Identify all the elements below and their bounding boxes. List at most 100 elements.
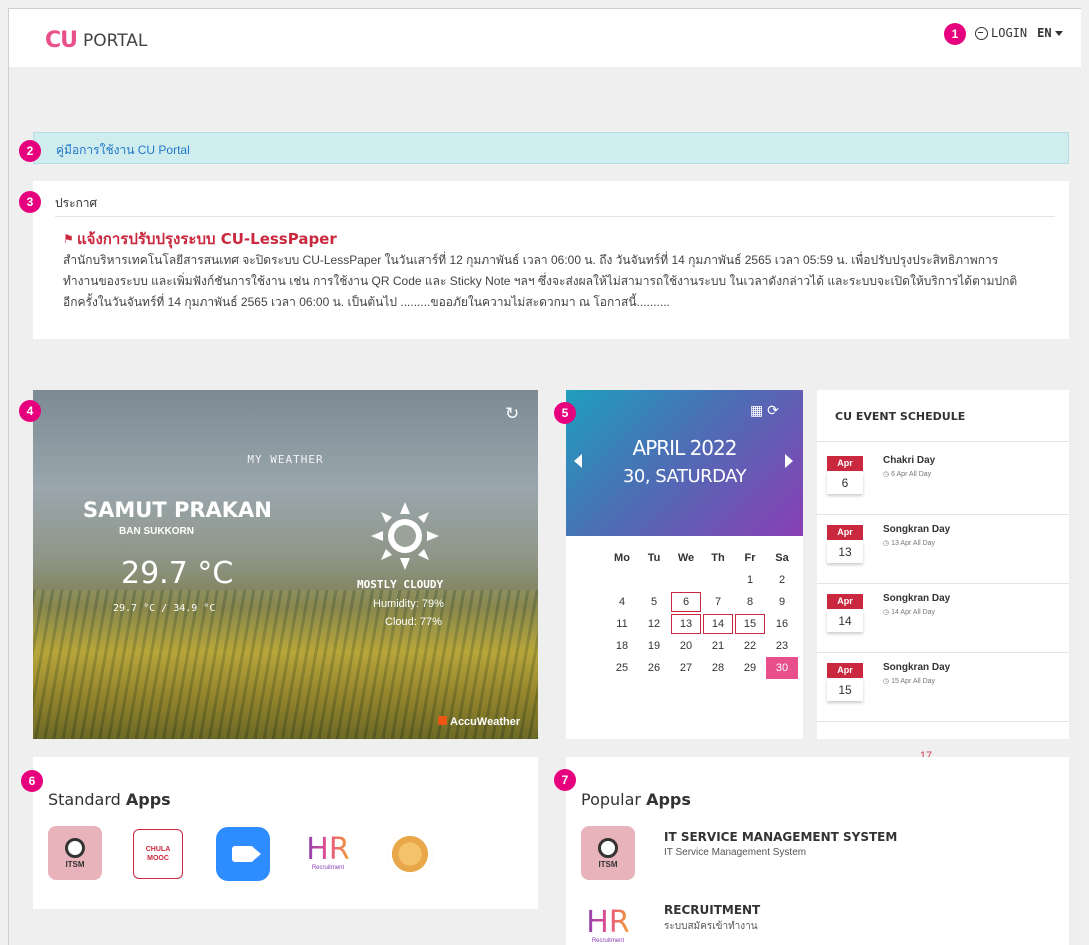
news-line: ทำงานของระบบ และเพิ่มฟังก์ชันการใช้งาน เ… [63,274,1018,288]
popular-app-name[interactable]: IT SERVICE MANAGEMENT SYSTEM [664,830,897,844]
portal-page: CU PORTAL LOGIN EN 1 2 คู่มือการใช้งาน C… [8,8,1081,945]
calendar-day[interactable]: 18 [606,635,638,657]
calendar-day[interactable]: 11 [606,613,638,635]
calendar-widget: ▦ ⟳ APRIL 2022 30, SATURDAY SuMoTuWeThFr… [566,390,933,784]
calendar-day[interactable]: 27 [670,657,702,679]
event-name: Songkran Day [883,524,951,535]
seal-icon [387,831,433,877]
calendar-weekday: Sa [775,552,789,564]
calendar-day[interactable]: 13 [670,613,702,635]
manual-link[interactable]: คู่มือการใช้งาน CU Portal [56,141,190,160]
calendar-day[interactable]: 14 [702,613,734,635]
calendar-day[interactable]: 20 [670,635,702,657]
calendar-grid: SuMoTuWeThFrSa12345678910111213141516171… [574,547,933,784]
calendar-day[interactable]: 6 [670,591,702,613]
portal-logo-text: PORTAL [83,30,148,51]
seal-app-icon[interactable] [383,827,437,881]
itsm-icon-label: ITSM [65,859,85,869]
calendar-day[interactable]: 4 [606,591,638,613]
standard-apps-title-light: Standard [48,790,121,809]
cu-logo-mark: CU [45,28,78,53]
popular-app-name[interactable]: RECRUITMENT [664,903,760,917]
popular-apps-title-light: Popular [581,790,641,809]
hr-icon-subtitle: Recruitment [591,938,625,944]
accuweather-icon [438,716,447,725]
calendar-day[interactable]: 29 [734,657,766,679]
magnifier-icon [598,837,618,858]
callout-badge-3: 3 [19,191,41,213]
calendar-day[interactable]: 28 [702,657,734,679]
calendar-day[interactable]: 15 [734,613,766,635]
calendar-weekday: Fr [744,552,756,564]
weather-district: BAN SUKKORN [119,526,194,537]
itsm-app-icon[interactable]: ITSM [48,826,102,880]
event-time-label: 15 Apr All Day [891,678,936,685]
refresh-icon[interactable]: ↻ [505,404,519,424]
calendar-day[interactable]: 23 [766,635,798,657]
itsm-app-icon[interactable]: ITSM [581,826,635,880]
event-item[interactable]: Apr 6 Chakri Day ◷ 6 Apr All Day [817,446,1069,514]
manual-banner: คู่มือการใช้งาน CU Portal [33,132,1069,164]
calendar-day[interactable]: 21 [702,635,734,657]
event-item[interactable]: Apr 15 Songkran Day ◷ 15 Apr All Day [817,653,1069,721]
calendar-week-row: 17 18 19 20 21 22 23 [574,635,932,762]
calendar-empty-day [638,569,670,591]
event-day: 13 [827,541,863,563]
calendar-day[interactable]: 5 [638,591,670,613]
callout-badge-7: 7 [554,769,576,791]
event-time: ◷ 15 Apr All Day [883,677,935,685]
calendar-day[interactable]: 16 [766,613,798,635]
calendar-day[interactable]: 2 [766,569,798,591]
schedule-divider [817,441,1069,442]
calendar-day[interactable]: 1 [734,569,766,591]
popular-apps-panel: Popular Apps ITSM IT SERVICE MANAGEMENT … [566,757,1069,945]
sync-icon[interactable]: ⟳ [767,402,779,418]
event-time: ◷ 6 Apr All Day [883,470,931,478]
weather-city: SAMUT PRAKAN [83,498,272,522]
calendar-icon[interactable]: ▦ [750,402,763,418]
calendar-day[interactable]: 8 [734,591,766,613]
standard-apps-title: Standard Apps [48,790,171,809]
chevron-down-icon [1054,31,1063,36]
event-month: Apr [827,594,863,609]
calendar-week-row: 24252627282930 [574,657,932,784]
calendar-day[interactable]: 22 [734,635,766,657]
language-dropdown[interactable]: EN [1037,26,1063,40]
calendar-weekday-row: SuMoTuWeThFrSa [574,547,933,674]
accuweather-logo[interactable]: AccuWeather [438,716,520,728]
calendar-weekday: Tu [647,552,661,564]
weather-cloud: Cloud: 77% [385,616,442,628]
top-navbar: CU PORTAL LOGIN EN [9,9,1081,67]
calendar-day[interactable]: 25 [606,657,638,679]
weather-condition: MOSTLY CLOUDY [357,578,444,591]
hr-recruitment-app-icon[interactable]: HR Recruitment [301,826,355,880]
calendar-day[interactable]: 9 [766,591,798,613]
popular-app-description: IT Service Management System [664,847,807,858]
news-line: สำนักบริหารเทคโนโลยีสารสนเทศ จะปิดระบบ C… [63,253,999,267]
login-link[interactable]: LOGIN [991,26,1027,40]
clock-icon: ◷ [883,471,892,478]
calendar-day[interactable]: 19 [638,635,670,657]
callout-badge-1: 1 [944,23,966,45]
calendar-weekday: Mo [614,552,630,564]
calendar-day[interactable]: 30 [766,657,798,679]
weather-temperature: 29.7 °C [121,556,234,591]
zoom-app-icon[interactable] [216,827,270,881]
news-title-link[interactable]: แจ้งการปรับปรุงระบบ CU-LessPaper [77,227,337,251]
event-item[interactable]: Apr 13 Songkran Day ◷ 13 Apr All Day [817,515,1069,583]
calendar-day[interactable]: 26 [638,657,670,679]
schedule-divider [817,721,1069,722]
event-day: 14 [827,610,863,632]
chula-mooc-app-icon[interactable]: CHULA MOOC [133,829,183,879]
cu-portal-logo[interactable]: CU PORTAL [45,28,147,53]
event-name: Chakri Day [883,455,936,466]
calendar-day[interactable]: 7 [702,591,734,613]
event-item[interactable]: Apr 14 Songkran Day ◷ 14 Apr All Day [817,584,1069,652]
hr-recruitment-app-icon[interactable]: HR Recruitment [581,899,635,945]
weather-humidity: Humidity: 79% [373,598,444,610]
weather-range: 29.7 °C / 34.9 °C [113,603,216,614]
event-month: Apr [827,456,863,471]
hr-icon-letters: HR [586,905,630,940]
standard-apps-panel: Standard Apps ITSM CHULA MOOC HR Recruitm… [33,757,538,909]
calendar-day[interactable]: 12 [638,613,670,635]
